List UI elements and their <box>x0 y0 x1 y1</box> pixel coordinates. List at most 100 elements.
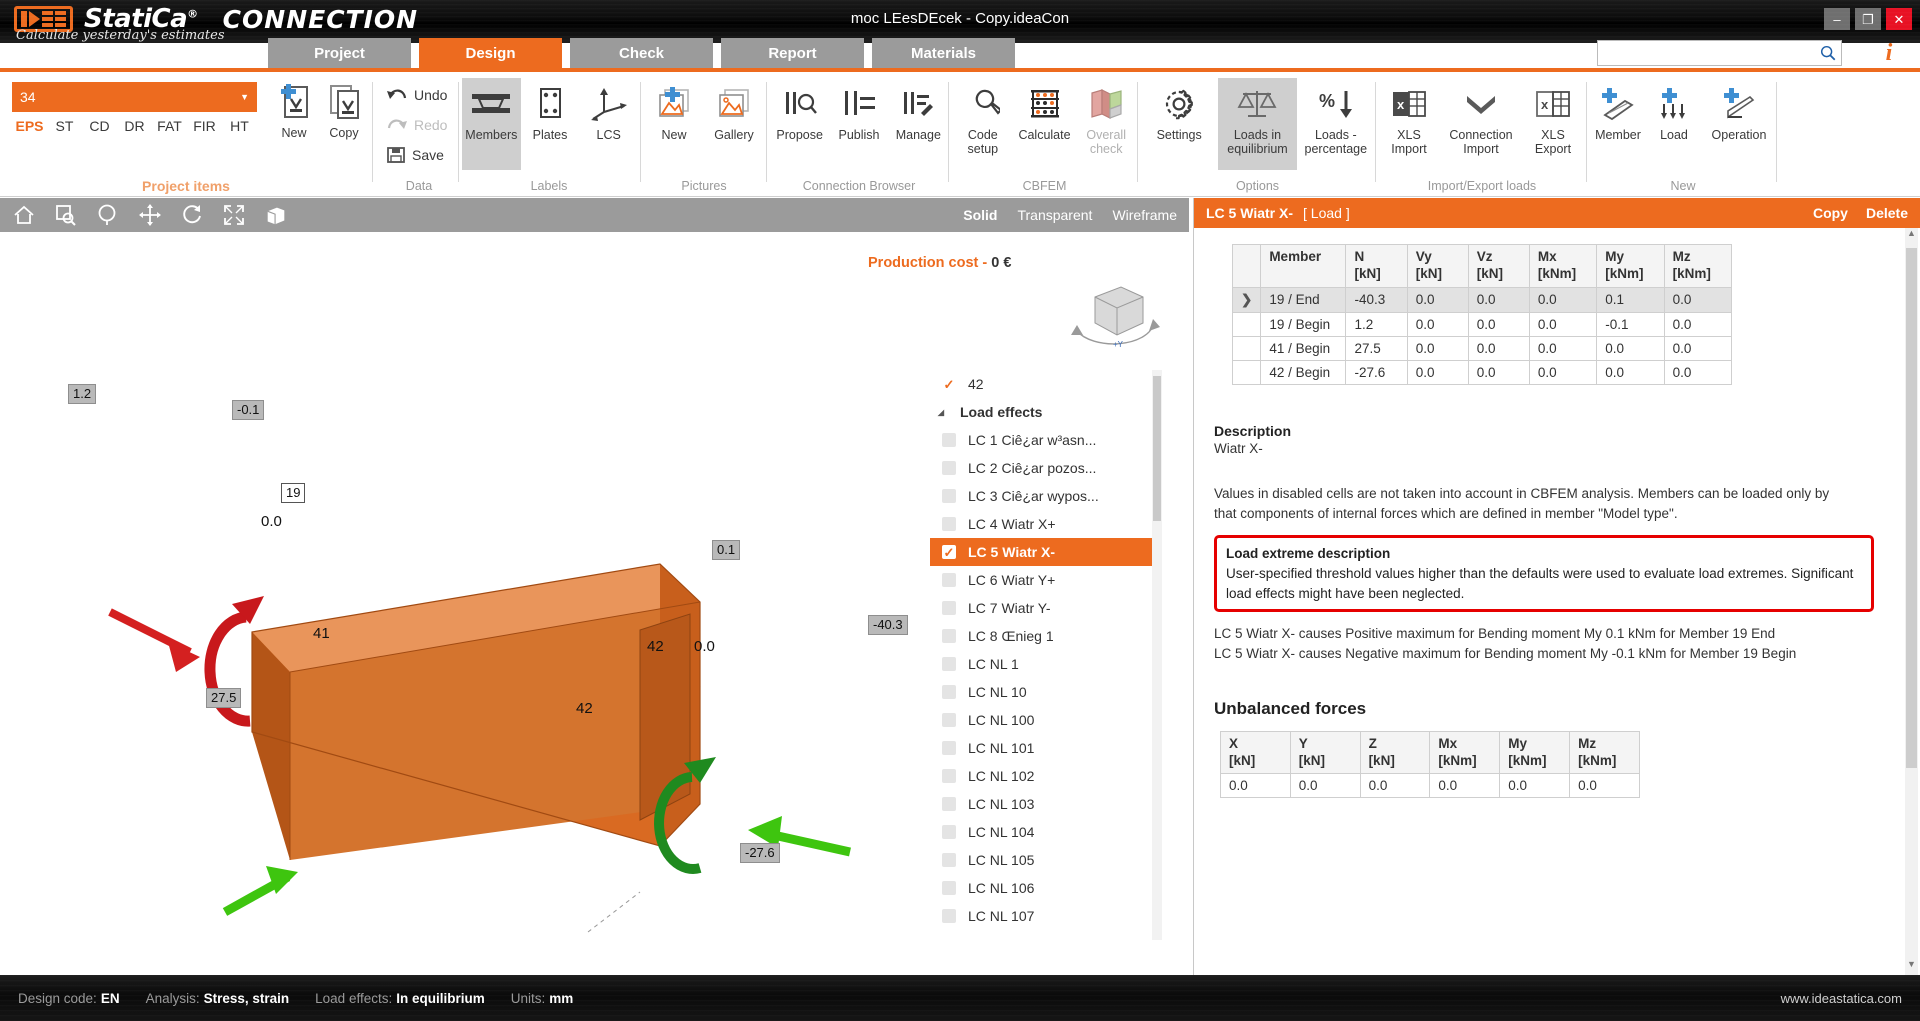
maximize-button[interactable]: ❐ <box>1855 8 1881 30</box>
checkbox[interactable] <box>942 713 956 727</box>
load-effects-scrollbar[interactable] <box>1152 370 1162 940</box>
tab-project[interactable]: Project <box>268 38 411 68</box>
labels-members-button[interactable]: Members <box>462 78 521 170</box>
row-expander[interactable]: ❯ <box>1233 287 1261 312</box>
scroll-down-icon[interactable]: ▼ <box>1905 959 1918 975</box>
settings-button[interactable]: Settings <box>1140 78 1218 142</box>
code-fat[interactable]: FAT <box>152 118 187 134</box>
loads-in-equilibrium-button[interactable]: Loads in equilibrium <box>1218 78 1296 170</box>
checkbox[interactable] <box>942 629 956 643</box>
new-member-button[interactable]: Member <box>1590 78 1646 142</box>
load-case-item[interactable]: LC NL 10 <box>930 678 1158 706</box>
checkbox[interactable] <box>942 545 956 559</box>
home-icon[interactable] <box>12 203 36 227</box>
load-case-item[interactable]: LC 1 Ciê¿ar w³asn... <box>930 426 1158 454</box>
cell-my[interactable]: 0.1 <box>1597 287 1664 312</box>
row-expander[interactable] <box>1233 336 1261 360</box>
load-effects-root[interactable]: 42 <box>930 370 1158 398</box>
zoom-window-icon[interactable] <box>54 203 78 227</box>
checkbox[interactable] <box>942 825 956 839</box>
minimize-button[interactable]: – <box>1824 8 1850 30</box>
new-operation-button[interactable]: Operation <box>1702 78 1776 142</box>
code-fir[interactable]: FIR <box>187 118 222 134</box>
orientation-cube[interactable]: +Y <box>1065 275 1165 360</box>
checkbox[interactable] <box>942 489 956 503</box>
render-mode-wireframe[interactable]: Wireframe <box>1112 207 1177 223</box>
load-effects-tree[interactable]: 42 ◢ Load effects LC 1 Ciê¿ar w³asn... L… <box>930 370 1158 940</box>
propose-button[interactable]: Propose <box>770 78 829 142</box>
render-mode-solid[interactable]: Solid <box>963 207 997 223</box>
cell-n[interactable]: 27.5 <box>1346 336 1407 360</box>
code-cd[interactable]: CD <box>82 118 117 134</box>
load-case-item[interactable]: LC NL 103 <box>930 790 1158 818</box>
cell-vz[interactable]: 0.0 <box>1468 336 1529 360</box>
cell-my[interactable]: 0.0 <box>1597 336 1664 360</box>
code-setup-button[interactable]: Code setup <box>952 78 1014 157</box>
copy-project-item-button[interactable]: Copy <box>313 76 375 140</box>
scrollbar-thumb[interactable] <box>1906 248 1917 768</box>
render-mode-transparent[interactable]: Transparent <box>1017 207 1092 223</box>
picture-gallery-button[interactable]: Gallery <box>704 78 764 142</box>
row-expander[interactable] <box>1233 360 1261 384</box>
load-case-item[interactable]: LC NL 102 <box>930 762 1158 790</box>
cell-mx[interactable]: 0.0 <box>1529 287 1596 312</box>
load-case-item[interactable]: LC NL 100 <box>930 706 1158 734</box>
checkbox[interactable] <box>942 881 956 895</box>
load-case-item[interactable]: LC NL 107 <box>930 902 1158 930</box>
tab-design[interactable]: Design <box>419 38 562 68</box>
view-cube-icon[interactable] <box>264 203 288 227</box>
cell-vy[interactable]: 0.0 <box>1407 360 1468 384</box>
load-case-item-selected[interactable]: LC 5 Wiatr X- <box>930 538 1158 566</box>
delete-load-button[interactable]: Delete <box>1866 205 1908 221</box>
publish-button[interactable]: Publish <box>829 78 888 142</box>
rotate-icon[interactable] <box>180 203 204 227</box>
checkbox[interactable] <box>942 433 956 447</box>
cell-vz[interactable]: 0.0 <box>1468 312 1529 336</box>
cell-my[interactable]: -0.1 <box>1597 312 1664 336</box>
load-case-item[interactable]: LC 7 Wiatr Y- <box>930 594 1158 622</box>
row-expander[interactable] <box>1233 312 1261 336</box>
checkbox[interactable] <box>942 741 956 755</box>
copy-load-button[interactable]: Copy <box>1813 205 1848 221</box>
load-case-item[interactable]: LC NL 1 <box>930 650 1158 678</box>
xls-import-button[interactable]: x XLS Import <box>1378 78 1440 157</box>
website-link[interactable]: www.ideastatica.com <box>1781 991 1902 1006</box>
checkbox[interactable] <box>942 769 956 783</box>
checkbox[interactable] <box>942 853 956 867</box>
table-row[interactable]: 19 / Begin 1.2 0.0 0.0 0.0 -0.1 0.0 <box>1233 312 1732 336</box>
cell-mz[interactable]: 0.0 <box>1664 287 1731 312</box>
tab-report[interactable]: Report <box>721 38 864 68</box>
close-button[interactable]: ✕ <box>1886 8 1912 30</box>
xls-export-button[interactable]: x XLS Export <box>1522 78 1584 157</box>
load-case-item[interactable]: LC 6 Wiatr Y+ <box>930 566 1158 594</box>
connection-import-button[interactable]: Connection Import <box>1440 78 1522 157</box>
cell-n[interactable]: -40.3 <box>1346 287 1407 312</box>
checkbox[interactable] <box>942 461 956 475</box>
cell-mx[interactable]: 0.0 <box>1529 336 1596 360</box>
zoom-icon[interactable] <box>96 203 120 227</box>
checkbox[interactable] <box>942 377 956 391</box>
checkbox[interactable] <box>942 797 956 811</box>
checkbox[interactable] <box>942 517 956 531</box>
cell-mx[interactable]: 0.0 <box>1529 360 1596 384</box>
cell-vz[interactable]: 0.0 <box>1468 360 1529 384</box>
cell-my[interactable]: 0.0 <box>1597 360 1664 384</box>
calculate-button[interactable]: Calculate <box>1014 78 1076 142</box>
cell-vz[interactable]: 0.0 <box>1468 287 1529 312</box>
pan-icon[interactable] <box>138 203 162 227</box>
checkbox[interactable] <box>942 601 956 615</box>
code-eps[interactable]: EPS <box>12 118 47 134</box>
code-dr[interactable]: DR <box>117 118 152 134</box>
scrollbar-thumb[interactable] <box>1153 376 1161 521</box>
table-row[interactable]: 41 / Begin 27.5 0.0 0.0 0.0 0.0 0.0 <box>1233 336 1732 360</box>
project-item-combo[interactable]: 34 ▼ <box>12 82 257 112</box>
code-st[interactable]: ST <box>47 118 82 134</box>
labels-plates-button[interactable]: Plates <box>521 78 580 142</box>
save-button[interactable]: Save <box>380 140 450 170</box>
tab-materials[interactable]: Materials <box>872 38 1015 68</box>
search-box[interactable] <box>1597 40 1842 66</box>
code-ht[interactable]: HT <box>222 118 257 134</box>
loads-percentage-button[interactable]: % Loads - percentage <box>1297 78 1375 157</box>
tab-check[interactable]: Check <box>570 38 713 68</box>
chevron-down-icon[interactable]: ◢ <box>930 408 952 417</box>
